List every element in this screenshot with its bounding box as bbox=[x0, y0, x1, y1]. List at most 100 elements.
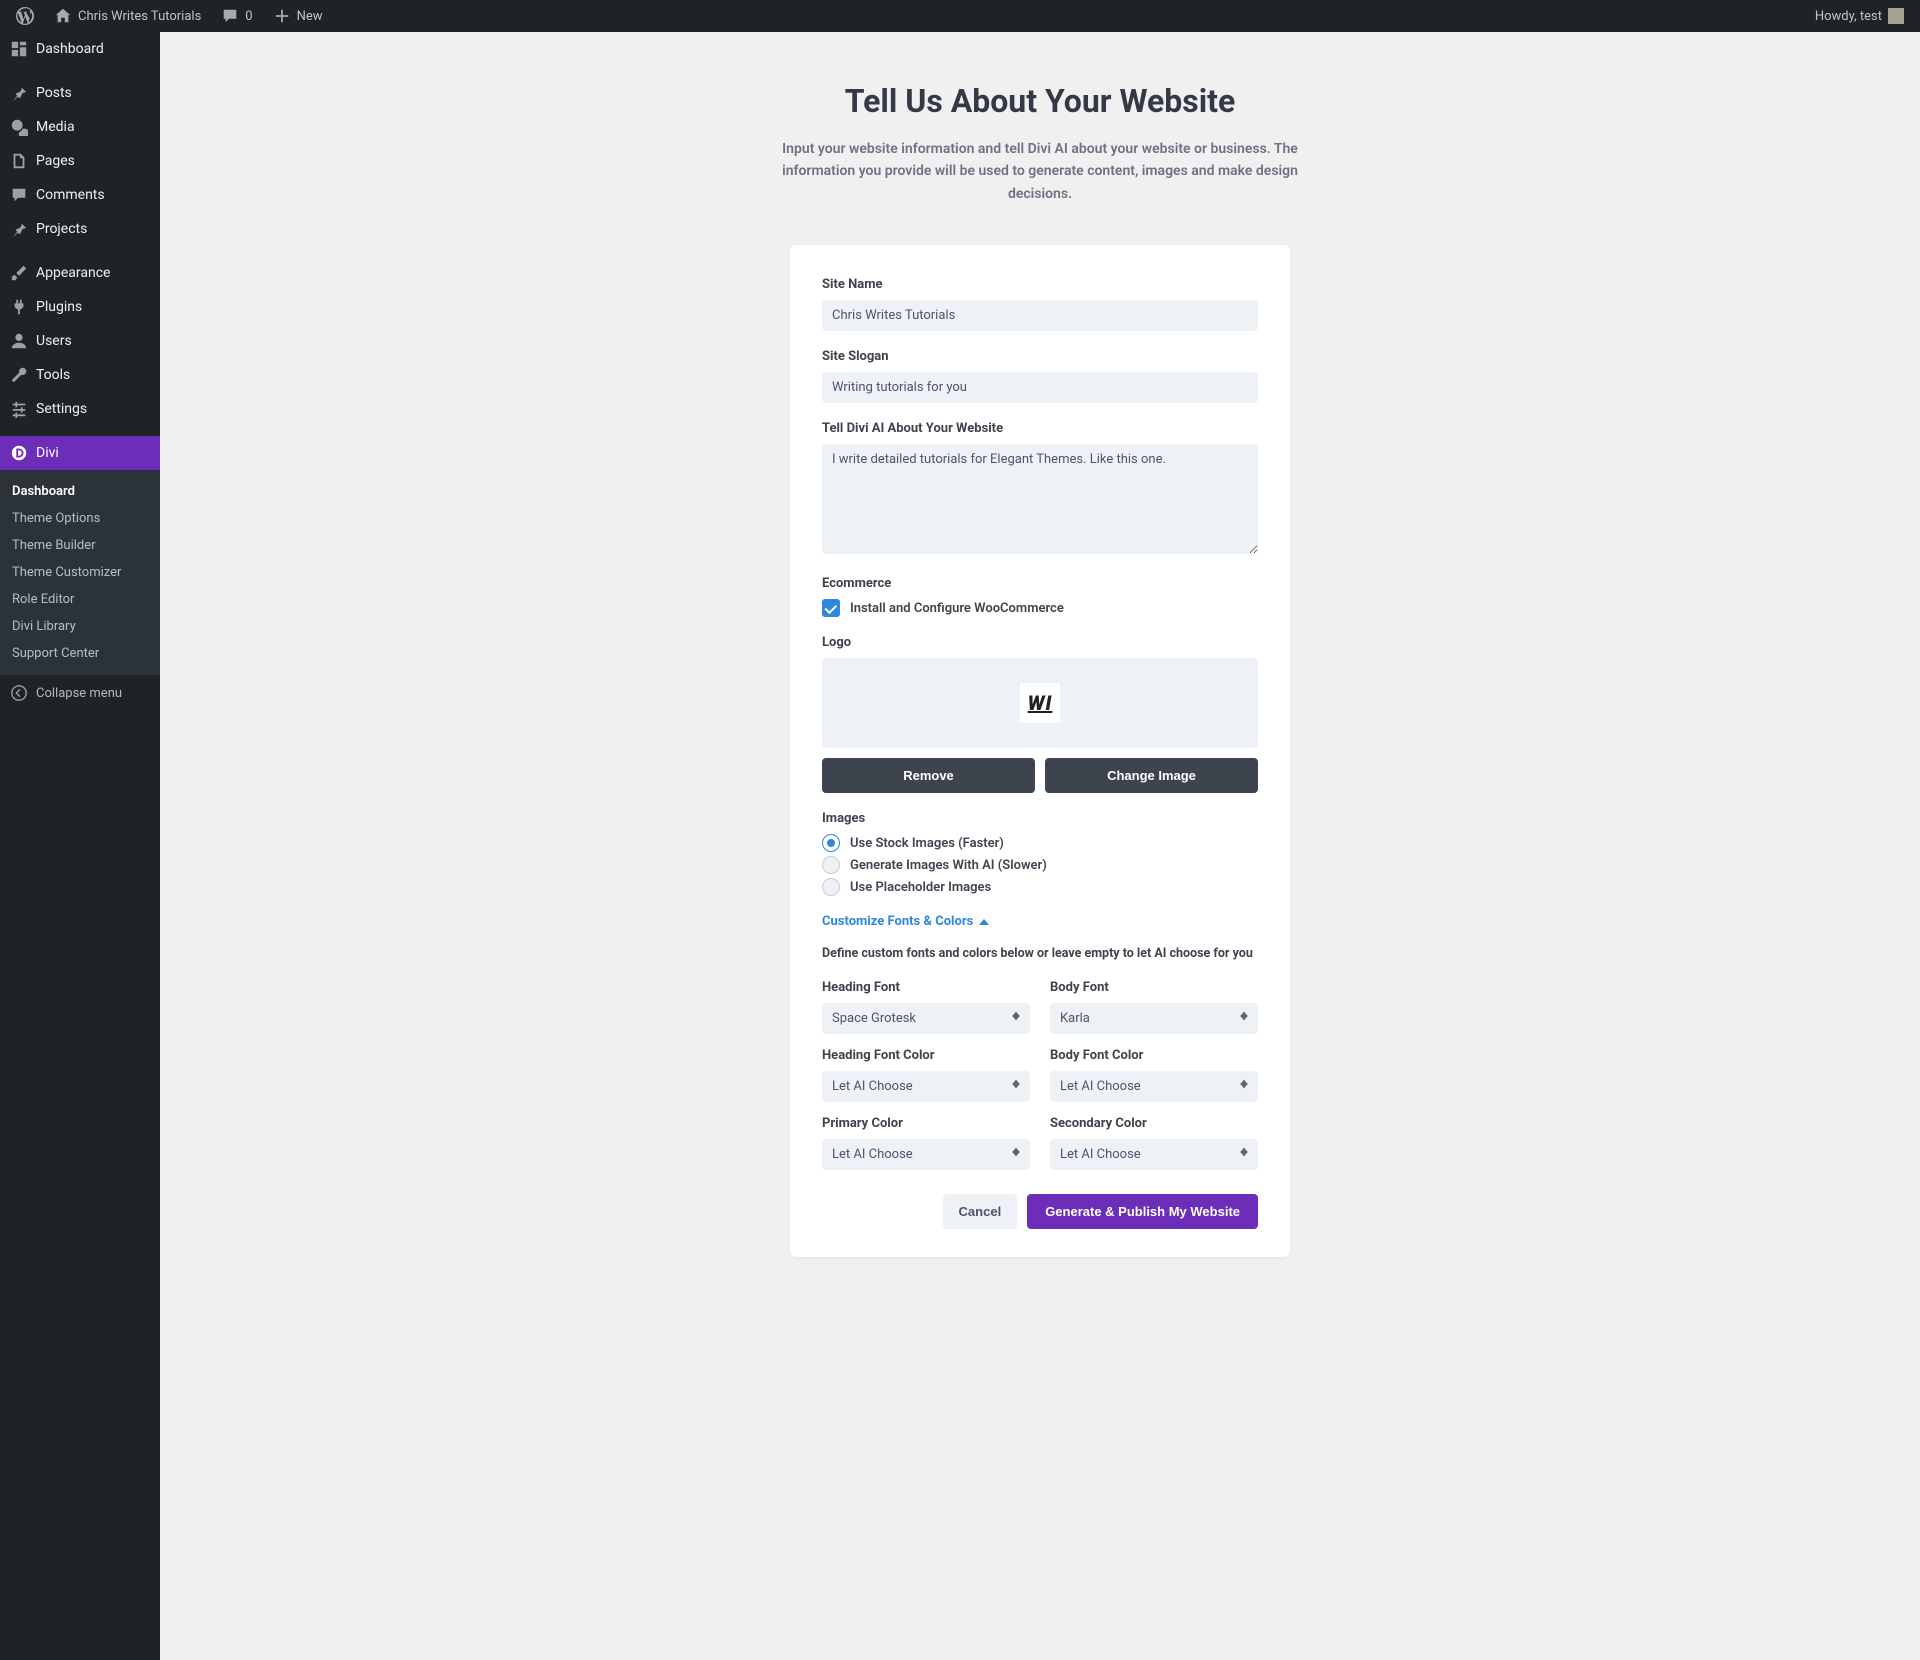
heading-font-select[interactable]: Space Grotesk bbox=[822, 1003, 1030, 1034]
heading-font-label: Heading Font bbox=[822, 980, 1030, 995]
divi-icon bbox=[10, 444, 28, 462]
heading-color-select[interactable]: Let AI Choose bbox=[822, 1071, 1030, 1102]
howdy-text: Howdy, test bbox=[1815, 9, 1882, 24]
new-label: New bbox=[297, 9, 323, 24]
woocommerce-checkbox-label: Install and Configure WooCommerce bbox=[850, 601, 1064, 616]
main-content: Tell Us About Your Website Input your we… bbox=[160, 32, 1920, 1660]
menu-dashboard[interactable]: Dashboard bbox=[0, 32, 160, 66]
menu-appearance[interactable]: Appearance bbox=[0, 256, 160, 290]
sliders-icon bbox=[10, 400, 28, 418]
images-label: Images bbox=[822, 811, 1258, 826]
menu-users[interactable]: Users bbox=[0, 324, 160, 358]
menu-posts[interactable]: Posts bbox=[0, 76, 160, 110]
images-option-ai-label: Generate Images With AI (Slower) bbox=[850, 858, 1047, 873]
menu-label: Tools bbox=[36, 367, 70, 383]
media-icon bbox=[10, 118, 28, 136]
body-font-label: Body Font bbox=[1050, 980, 1258, 995]
menu-label: Dashboard bbox=[36, 41, 104, 57]
about-label: Tell Divi AI About Your Website bbox=[822, 421, 1258, 436]
submenu-theme-options[interactable]: Theme Options bbox=[0, 505, 160, 532]
logo-label: Logo bbox=[822, 635, 1258, 650]
dashboard-icon bbox=[10, 40, 28, 58]
plus-icon bbox=[273, 7, 291, 25]
submenu-support-center[interactable]: Support Center bbox=[0, 640, 160, 667]
user-account-link[interactable]: Howdy, test bbox=[1807, 0, 1912, 32]
body-color-label: Body Font Color bbox=[1050, 1048, 1258, 1063]
menu-label: Settings bbox=[36, 401, 87, 417]
site-slogan-input[interactable] bbox=[822, 372, 1258, 403]
form-card: Site Name Site Slogan Tell Divi AI About… bbox=[790, 245, 1290, 1257]
menu-projects[interactable]: Projects bbox=[0, 212, 160, 246]
primary-color-select[interactable]: Let AI Choose bbox=[822, 1139, 1030, 1170]
change-image-button[interactable]: Change Image bbox=[1045, 758, 1258, 793]
submenu-dashboard[interactable]: Dashboard bbox=[0, 478, 160, 505]
collapse-label: Collapse menu bbox=[36, 686, 122, 701]
site-name-input[interactable] bbox=[822, 300, 1258, 331]
page-title: Tell Us About Your Website bbox=[845, 82, 1236, 120]
menu-label: Posts bbox=[36, 85, 72, 101]
body-color-select[interactable]: Let AI Choose bbox=[1050, 1071, 1258, 1102]
logo-text: WI bbox=[1020, 683, 1061, 723]
site-slogan-label: Site Slogan bbox=[822, 349, 1258, 364]
wrench-icon bbox=[10, 366, 28, 384]
submenu-divi-library[interactable]: Divi Library bbox=[0, 613, 160, 640]
menu-label: Pages bbox=[36, 153, 75, 169]
cancel-button[interactable]: Cancel bbox=[943, 1194, 1018, 1229]
menu-settings[interactable]: Settings bbox=[0, 392, 160, 426]
site-name-label: Site Name bbox=[822, 277, 1258, 292]
menu-label: Comments bbox=[36, 187, 105, 203]
submenu-theme-builder[interactable]: Theme Builder bbox=[0, 532, 160, 559]
collapse-menu[interactable]: Collapse menu bbox=[0, 675, 160, 710]
menu-tools[interactable]: Tools bbox=[0, 358, 160, 392]
logo-preview: WI bbox=[822, 658, 1258, 748]
page-description: Input your website information and tell … bbox=[780, 138, 1300, 205]
user-icon bbox=[10, 332, 28, 350]
collapse-icon bbox=[10, 684, 28, 702]
menu-divi[interactable]: Divi bbox=[0, 436, 160, 470]
submenu-role-editor[interactable]: Role Editor bbox=[0, 586, 160, 613]
customize-toggle-label: Customize Fonts & Colors bbox=[822, 914, 973, 929]
menu-media[interactable]: Media bbox=[0, 110, 160, 144]
wordpress-logo[interactable] bbox=[8, 0, 42, 32]
ecommerce-label: Ecommerce bbox=[822, 576, 1258, 591]
customize-fonts-colors-toggle[interactable]: Customize Fonts & Colors bbox=[822, 914, 1258, 929]
comment-icon bbox=[221, 7, 239, 25]
body-font-select[interactable]: Karla bbox=[1050, 1003, 1258, 1034]
divi-submenu: Dashboard Theme Options Theme Builder Th… bbox=[0, 470, 160, 675]
brush-icon bbox=[10, 264, 28, 282]
site-name-text: Chris Writes Tutorials bbox=[78, 9, 201, 24]
triangle-up-icon bbox=[979, 919, 989, 925]
plugin-icon bbox=[10, 298, 28, 316]
images-option-placeholder-radio[interactable] bbox=[822, 878, 840, 896]
admin-sidebar: Dashboard Posts Media Pages Comments Pro… bbox=[0, 32, 160, 1660]
secondary-color-label: Secondary Color bbox=[1050, 1116, 1258, 1131]
images-option-stock-radio[interactable] bbox=[822, 834, 840, 852]
menu-label: Users bbox=[36, 333, 72, 349]
images-option-placeholder-label: Use Placeholder Images bbox=[850, 880, 991, 895]
comment-icon bbox=[10, 186, 28, 204]
generate-publish-button[interactable]: Generate & Publish My Website bbox=[1027, 1194, 1258, 1229]
site-home-link[interactable]: Chris Writes Tutorials bbox=[46, 0, 209, 32]
about-textarea[interactable]: I write detailed tutorials for Elegant T… bbox=[822, 444, 1258, 554]
admin-bar: Chris Writes Tutorials 0 New Howdy, test bbox=[0, 0, 1920, 32]
pin-icon bbox=[10, 84, 28, 102]
secondary-color-select[interactable]: Let AI Choose bbox=[1050, 1139, 1258, 1170]
comments-link[interactable]: 0 bbox=[213, 0, 260, 32]
images-option-ai-radio[interactable] bbox=[822, 856, 840, 874]
wordpress-icon bbox=[16, 7, 34, 25]
heading-color-label: Heading Font Color bbox=[822, 1048, 1030, 1063]
pin-icon bbox=[10, 220, 28, 238]
menu-plugins[interactable]: Plugins bbox=[0, 290, 160, 324]
submenu-theme-customizer[interactable]: Theme Customizer bbox=[0, 559, 160, 586]
menu-pages[interactable]: Pages bbox=[0, 144, 160, 178]
customize-helper-text: Define custom fonts and colors below or … bbox=[822, 945, 1258, 964]
menu-comments[interactable]: Comments bbox=[0, 178, 160, 212]
menu-label: Appearance bbox=[36, 265, 110, 281]
new-content-link[interactable]: New bbox=[265, 0, 331, 32]
menu-label: Plugins bbox=[36, 299, 82, 315]
menu-label: Divi bbox=[36, 445, 59, 461]
remove-logo-button[interactable]: Remove bbox=[822, 758, 1035, 793]
woocommerce-checkbox[interactable] bbox=[822, 599, 840, 617]
menu-label: Projects bbox=[36, 221, 87, 237]
primary-color-label: Primary Color bbox=[822, 1116, 1030, 1131]
